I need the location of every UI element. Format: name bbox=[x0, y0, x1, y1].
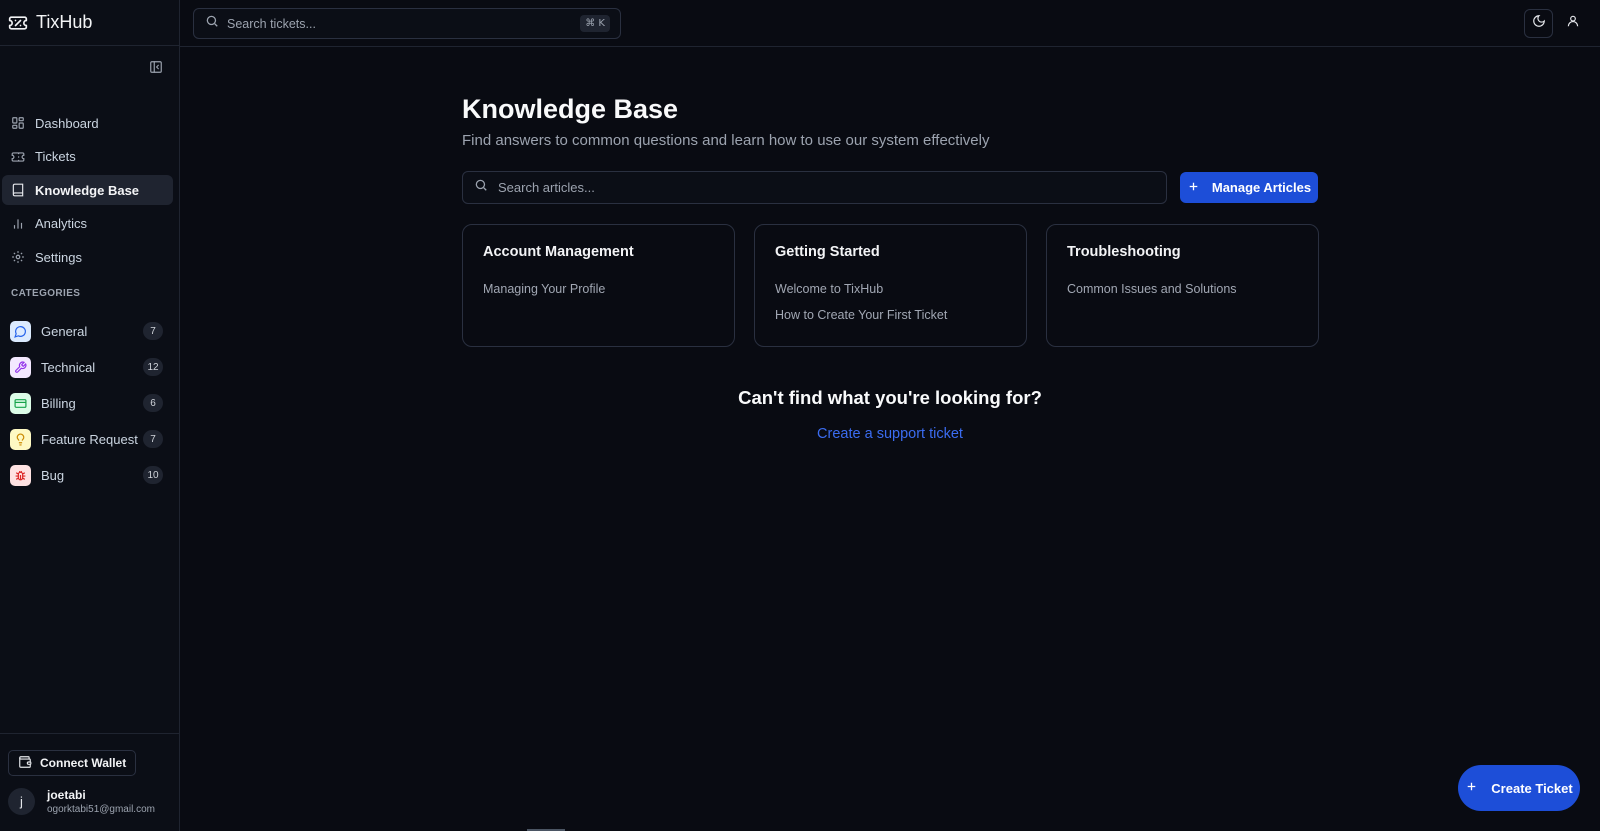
search-icon bbox=[474, 178, 488, 197]
card-title: Troubleshooting bbox=[1067, 244, 1181, 260]
article-link[interactable]: Common Issues and Solutions bbox=[1067, 282, 1298, 297]
connect-wallet-button[interactable]: Connect Wallet bbox=[8, 750, 137, 776]
create-ticket-button[interactable]: Create Ticket bbox=[1458, 765, 1580, 811]
article-search-input[interactable] bbox=[498, 180, 1166, 195]
article-search-row: Manage Articles bbox=[462, 171, 1318, 204]
user-profile[interactable]: j joetabi ogorktabi51@gmail.com bbox=[8, 788, 155, 815]
sidebar-item-label: Knowledge Base bbox=[35, 182, 140, 198]
sidebar-footer: Connect Wallet j joetabi ogorktabi51@gma… bbox=[0, 733, 180, 831]
card-title: Getting Started bbox=[775, 244, 880, 260]
category-item-technical[interactable]: Technical 12 bbox=[0, 349, 180, 385]
category-count: 12 bbox=[143, 358, 163, 376]
ticket-search-input[interactable] bbox=[227, 16, 573, 31]
article-link[interactable]: How to Create Your First Ticket bbox=[775, 308, 1006, 323]
ticket-icon bbox=[11, 150, 25, 164]
category-cards: Account Management Managing Your Profile… bbox=[462, 224, 1319, 347]
category-item-feature-request[interactable]: Feature Request 7 bbox=[0, 421, 180, 457]
sidebar-item-label: Settings bbox=[35, 249, 82, 265]
user-menu-button[interactable] bbox=[1558, 9, 1587, 38]
user-name: joetabi bbox=[47, 788, 86, 802]
card-title: Account Management bbox=[483, 244, 634, 260]
category-card-getting-started: Getting Started Welcome to TixHub How to… bbox=[754, 224, 1027, 347]
page-subtitle: Find answers to common questions and lea… bbox=[462, 132, 990, 149]
sidebar-toggle-button[interactable] bbox=[147, 60, 165, 78]
category-label: Billing bbox=[41, 395, 76, 411]
category-item-general[interactable]: General 7 bbox=[0, 313, 180, 349]
manage-articles-button[interactable]: Manage Articles bbox=[1180, 172, 1318, 203]
sidebar-item-tickets[interactable]: Tickets bbox=[2, 142, 173, 172]
category-count: 7 bbox=[143, 322, 163, 340]
category-card-account-management: Account Management Managing Your Profile bbox=[462, 224, 735, 347]
message-circle-icon bbox=[10, 320, 31, 342]
category-label: Technical bbox=[41, 359, 96, 375]
connect-wallet-label: Connect Wallet bbox=[40, 756, 127, 770]
card-links: Common Issues and Solutions bbox=[1067, 282, 1298, 297]
categories-heading: CATEGORIES bbox=[11, 288, 81, 299]
manage-articles-label: Manage Articles bbox=[1211, 180, 1312, 195]
topbar: ⌘ K bbox=[180, 0, 1600, 47]
ticket-search-box[interactable]: ⌘ K bbox=[193, 8, 621, 39]
moon-icon bbox=[1532, 14, 1546, 33]
category-card-troubleshooting: Troubleshooting Common Issues and Soluti… bbox=[1046, 224, 1319, 347]
category-list: General 7 Technical 12 Billing 6 Feature… bbox=[0, 313, 180, 493]
sidebar-item-knowledge-base[interactable]: Knowledge Base bbox=[2, 175, 173, 205]
category-item-billing[interactable]: Billing 6 bbox=[0, 385, 180, 421]
search-icon bbox=[205, 14, 219, 33]
bar-chart-icon bbox=[11, 217, 25, 231]
plus-icon bbox=[1187, 180, 1200, 196]
article-link[interactable]: Managing Your Profile bbox=[483, 282, 714, 297]
sidebar-item-label: Dashboard bbox=[35, 115, 99, 131]
category-count: 10 bbox=[143, 466, 163, 484]
app-root: TixHub Dashboard Tickets Knowledge Base … bbox=[0, 0, 1600, 831]
grid-icon bbox=[11, 116, 25, 130]
article-search-box[interactable] bbox=[462, 171, 1167, 204]
sidebar-item-dashboard[interactable]: Dashboard bbox=[2, 108, 173, 138]
ticket-logo-icon bbox=[8, 13, 28, 33]
category-count: 6 bbox=[143, 394, 163, 412]
sidebar-nav: Dashboard Tickets Knowledge Base Analyti… bbox=[0, 108, 180, 276]
page-title: Knowledge Base bbox=[462, 94, 679, 124]
create-ticket-label: Create Ticket bbox=[1491, 780, 1573, 796]
category-item-bug[interactable]: Bug 10 bbox=[0, 457, 180, 493]
user-info: joetabi ogorktabi51@gmail.com bbox=[47, 788, 155, 815]
wrench-icon bbox=[10, 356, 31, 378]
app-name: TixHub bbox=[36, 12, 93, 32]
credit-card-icon bbox=[10, 392, 31, 414]
category-label: General bbox=[41, 323, 88, 339]
cta-title: Can't find what you're looking for? bbox=[738, 387, 1042, 408]
card-links: Welcome to TixHub How to Create Your Fir… bbox=[775, 282, 1006, 323]
lightbulb-icon bbox=[10, 428, 31, 450]
avatar: j bbox=[8, 788, 35, 815]
support-cta: Can't find what you're looking for? Crea… bbox=[462, 387, 1318, 443]
category-label: Bug bbox=[41, 467, 65, 483]
category-count: 7 bbox=[143, 430, 163, 448]
user-icon bbox=[1566, 14, 1580, 33]
user-email: ogorktabi51@gmail.com bbox=[47, 804, 155, 815]
category-label: Feature Request bbox=[41, 431, 138, 447]
keyboard-shortcut-badge: ⌘ K bbox=[580, 15, 610, 32]
sidebar-item-analytics[interactable]: Analytics bbox=[2, 209, 173, 239]
article-link[interactable]: Welcome to TixHub bbox=[775, 282, 1006, 297]
sidebar-item-label: Analytics bbox=[35, 216, 88, 231]
book-icon bbox=[11, 183, 25, 197]
bug-icon bbox=[10, 464, 31, 486]
plus-icon bbox=[1465, 780, 1478, 796]
main-content: Knowledge Base Find answers to common qu… bbox=[462, 92, 1319, 442]
sidebar-item-settings[interactable]: Settings bbox=[2, 242, 173, 272]
sidebar: TixHub Dashboard Tickets Knowledge Base … bbox=[0, 0, 180, 831]
brand[interactable]: TixHub bbox=[0, 0, 179, 46]
sidebar-item-label: Tickets bbox=[35, 149, 76, 164]
create-support-ticket-link[interactable]: Create a support ticket bbox=[817, 426, 963, 442]
panel-left-icon bbox=[149, 60, 163, 79]
theme-toggle-button[interactable] bbox=[1524, 9, 1553, 38]
wallet-icon bbox=[18, 755, 32, 772]
gear-icon bbox=[11, 250, 25, 264]
card-links: Managing Your Profile bbox=[483, 282, 714, 297]
